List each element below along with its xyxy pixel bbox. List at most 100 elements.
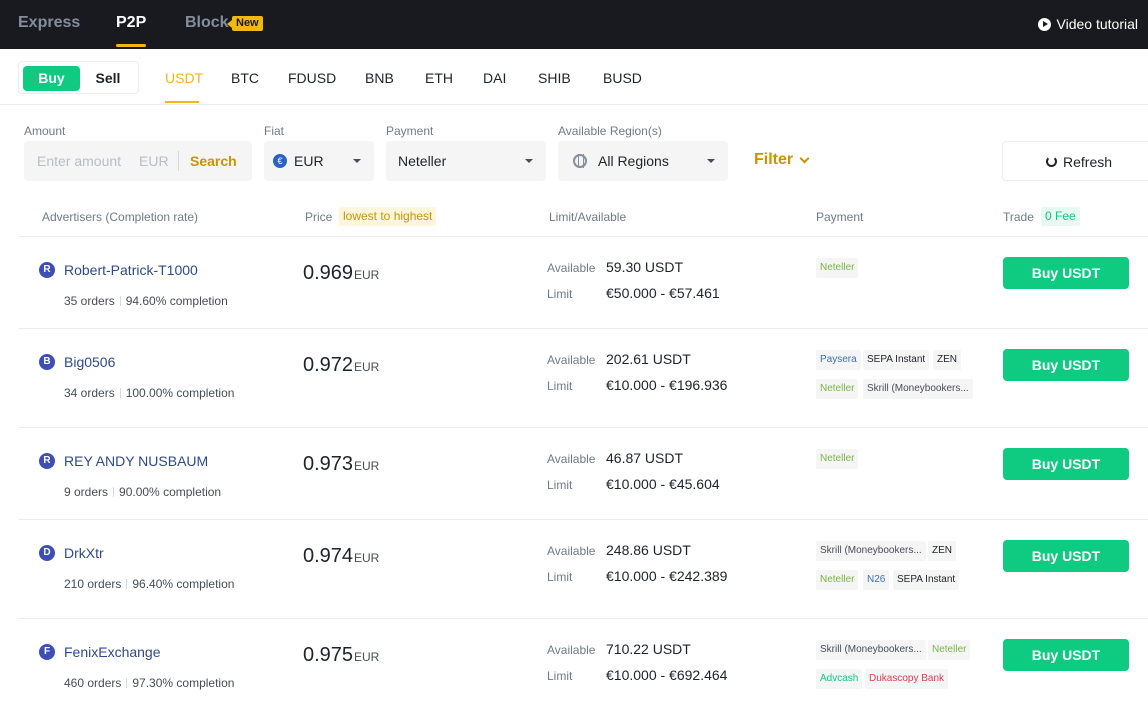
tab-p2p[interactable]: P2P — [116, 14, 146, 32]
limit-value: €10.000 - €692.464 — [606, 667, 728, 683]
zero-fee-badge: 0 Fee — [1041, 207, 1080, 226]
buy-usdt-button[interactable]: Buy USDT — [1003, 448, 1129, 480]
fiat-select[interactable]: € EUR — [264, 141, 374, 181]
buy-usdt-button[interactable]: Buy USDT — [1003, 540, 1129, 572]
payment-method-tag: Neteller — [816, 379, 859, 399]
refresh-icon — [1046, 156, 1057, 167]
sell-toggle-button[interactable]: Sell — [91, 66, 125, 91]
region-select[interactable]: All Regions — [558, 141, 728, 181]
fiat-value: EUR — [294, 153, 324, 169]
completion-rate: 90.00% completion — [119, 485, 222, 499]
filter-label: Filter — [754, 151, 794, 168]
play-icon — [1037, 17, 1051, 31]
chevron-down-icon — [799, 153, 810, 163]
top-navigation-bar: Express P2P Block New Video tutorial — [0, 0, 1148, 49]
search-button[interactable]: Search — [190, 153, 237, 169]
payment-method-tag: Paysera — [816, 350, 861, 370]
amount-placeholder: Enter amount — [37, 153, 122, 169]
offer-row: D DrkXtr 210 orders 96.40% completion 0.9… — [18, 519, 1148, 618]
offer-row: R REY ANDY NUSBAUM 9 orders 90.00% comple… — [18, 427, 1148, 519]
limit-label: Limit — [547, 570, 573, 584]
orders-count: 210 orders — [64, 577, 122, 591]
buy-usdt-button[interactable]: Buy USDT — [1003, 349, 1129, 381]
payment-method-tag: Neteller — [816, 570, 859, 590]
offer-price: 0.975 — [303, 644, 354, 666]
buy-usdt-button[interactable]: Buy USDT — [1003, 257, 1129, 289]
limit-value: €10.000 - €196.936 — [606, 377, 728, 393]
header-price: Price — [305, 210, 333, 224]
completion-rate: 94.60% completion — [125, 294, 228, 308]
price-currency: EUR — [354, 551, 380, 565]
price-currency: EUR — [354, 459, 380, 473]
fiat-label: Fiat — [264, 124, 285, 138]
asset-tab-dai[interactable]: DAI — [483, 70, 506, 86]
caret-down-icon — [707, 159, 715, 163]
limit-value: €10.000 - €45.604 — [606, 476, 720, 492]
video-tutorial-label: Video tutorial — [1056, 16, 1138, 32]
advertiser-name[interactable]: DrkXtr — [64, 545, 104, 561]
available-label: Available — [547, 452, 596, 466]
amount-currency: EUR — [139, 153, 169, 169]
new-badge: New — [227, 16, 263, 31]
tab-p2p-underline — [116, 44, 146, 47]
buy-sell-toggle: Buy Sell — [18, 61, 139, 94]
advertiser-name[interactable]: Robert-Patrick-T1000 — [64, 262, 198, 278]
caret-down-icon — [353, 159, 361, 163]
orders-count: 9 orders — [64, 485, 109, 499]
asset-tab-usdt[interactable]: USDT — [165, 70, 203, 86]
avatar: F — [39, 644, 55, 660]
asset-tab-bnb[interactable]: BNB — [365, 70, 394, 86]
available-value: 710.22 USDT — [606, 641, 691, 657]
amount-field[interactable]: Enter amount EUR Search — [24, 141, 252, 181]
asset-tab-busd[interactable]: BUSD — [603, 70, 642, 86]
video-tutorial-link[interactable]: Video tutorial — [1037, 16, 1138, 32]
avatar: B — [39, 354, 55, 370]
avatar: R — [39, 453, 55, 469]
available-value: 59.30 USDT — [606, 259, 684, 275]
asset-tab-btc[interactable]: BTC — [231, 70, 259, 86]
asset-selector-row: Buy Sell USDT BTC FDUSD BNB ETH DAI SHIB… — [0, 49, 1148, 105]
tab-block[interactable]: Block — [185, 14, 229, 32]
offer-price: 0.969 — [303, 262, 354, 284]
payment-method-tag: N26 — [863, 570, 890, 590]
payment-select[interactable]: Neteller — [386, 141, 546, 181]
advertiser-stats: 35 orders 94.60% completion — [64, 294, 228, 308]
asset-tab-fdusd[interactable]: FDUSD — [288, 70, 336, 86]
avatar: R — [39, 262, 55, 278]
payment-method-tag: Skrill (Moneybookers... — [863, 379, 973, 399]
payment-label: Payment — [386, 124, 434, 138]
buy-toggle-button[interactable]: Buy — [23, 66, 80, 91]
payment-method-tag: SEPA Instant — [863, 350, 930, 370]
refresh-button[interactable]: Refresh — [1002, 141, 1148, 181]
price-sort-badge[interactable]: lowest to highest — [339, 207, 437, 226]
avatar: D — [39, 545, 55, 561]
advertiser-name[interactable]: REY ANDY NUSBAUM — [64, 453, 208, 469]
limit-value: €10.000 - €242.389 — [606, 568, 728, 584]
advertiser-name[interactable]: FenixExchange — [64, 644, 161, 660]
payment-method-tag: Neteller — [928, 640, 971, 660]
advertiser-stats: 460 orders 97.30% completion — [64, 676, 234, 690]
advertiser-name[interactable]: Big0506 — [64, 354, 115, 370]
offer-row: B Big0506 34 orders 100.00% completion 0.… — [18, 328, 1148, 427]
offer-price: 0.972 — [303, 354, 354, 376]
completion-rate: 97.30% completion — [132, 676, 235, 690]
header-payment: Payment — [816, 210, 864, 224]
advertiser-stats: 9 orders 90.00% completion — [64, 485, 221, 499]
completion-rate: 96.40% completion — [132, 577, 235, 591]
asset-tab-shib[interactable]: SHIB — [538, 70, 571, 86]
payment-method-tag: Dukascopy Bank — [865, 669, 949, 689]
asset-tab-eth[interactable]: ETH — [425, 70, 453, 86]
tab-express[interactable]: Express — [18, 14, 80, 32]
payment-method-tag: Neteller — [816, 449, 859, 469]
buy-usdt-button[interactable]: Buy USDT — [1003, 639, 1129, 671]
limit-label: Limit — [547, 379, 573, 393]
filter-button[interactable]: Filter — [754, 151, 810, 169]
available-value: 202.61 USDT — [606, 351, 691, 367]
limit-value: €50.000 - €57.461 — [606, 285, 720, 301]
payment-method-tag: Advcash — [816, 669, 863, 689]
limit-label: Limit — [547, 478, 573, 492]
available-label: Available — [547, 643, 596, 657]
available-value: 248.86 USDT — [606, 542, 691, 558]
orders-count: 35 orders — [64, 294, 115, 308]
region-value: All Regions — [598, 153, 669, 169]
